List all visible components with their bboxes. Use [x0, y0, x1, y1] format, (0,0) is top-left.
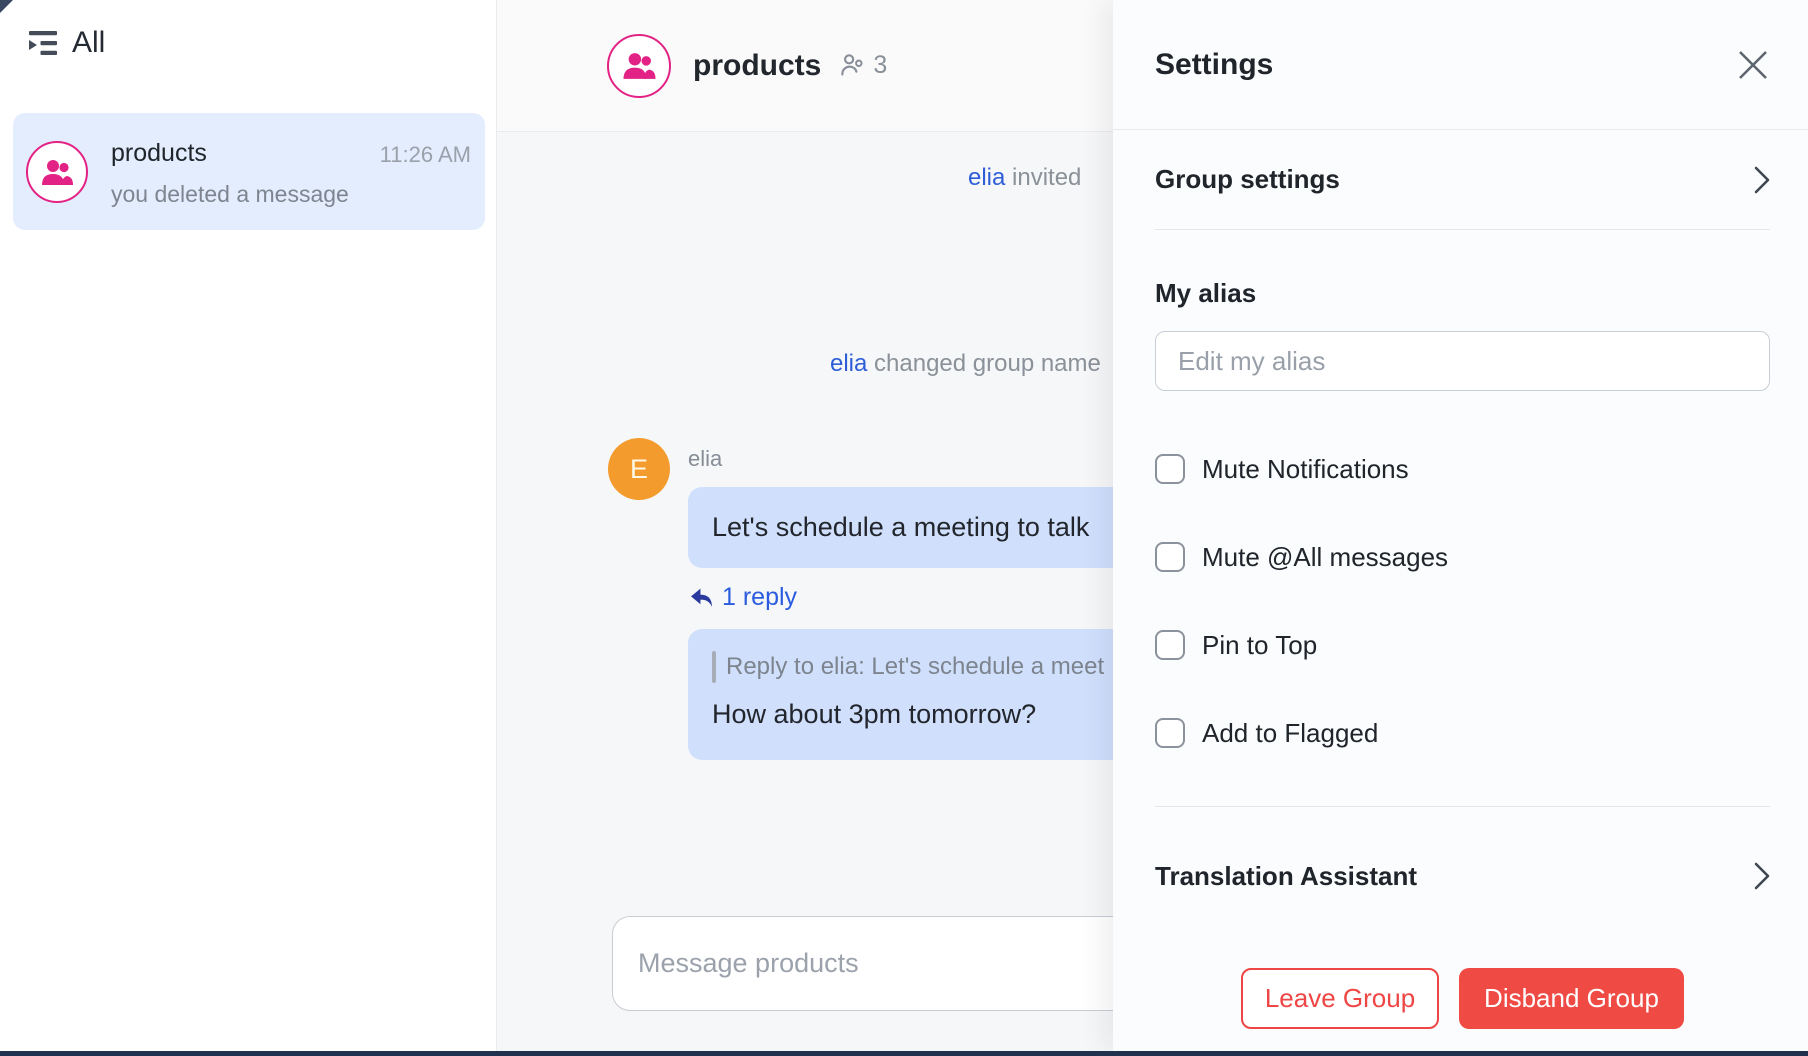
conversation-name: products: [111, 139, 207, 168]
conversation-timestamp: 11:26 AM: [380, 142, 471, 168]
panel-action-buttons: Leave Group Disband Group: [1155, 968, 1770, 1029]
settings-panel-header: Settings: [1113, 0, 1808, 130]
disband-group-button[interactable]: Disband Group: [1459, 968, 1684, 1029]
checkbox-label: Mute Notifications: [1202, 454, 1409, 485]
group-avatar: [26, 141, 88, 203]
sidebar-filter-label[interactable]: All: [72, 26, 105, 60]
checkbox-label: Add to Flagged: [1202, 718, 1378, 749]
member-count: 3: [873, 51, 887, 80]
checkbox-pin-to-top[interactable]: Pin to Top: [1155, 630, 1770, 660]
quote-text: Reply to elia: Let's schedule a meet: [726, 653, 1104, 681]
sidebar-header: All: [0, 0, 496, 60]
system-message-actor[interactable]: elia: [830, 350, 867, 377]
chat-title: products: [693, 49, 821, 83]
system-message-text: changed group name: [867, 350, 1101, 377]
checkbox-mute-notifications[interactable]: Mute Notifications: [1155, 454, 1770, 484]
close-button[interactable]: [1732, 44, 1774, 86]
alias-input[interactable]: [1155, 331, 1770, 391]
checkbox-add-to-flagged[interactable]: Add to Flagged: [1155, 718, 1770, 748]
settings-title: Settings: [1155, 48, 1273, 82]
checkbox[interactable]: [1155, 630, 1185, 660]
unfold-menu-icon[interactable]: [28, 29, 58, 57]
reply-thread-link[interactable]: 1 reply: [690, 583, 797, 612]
system-message-text: invited: [1005, 164, 1081, 191]
translation-assistant-label: Translation Assistant: [1155, 861, 1417, 892]
group-settings-row[interactable]: Group settings: [1155, 130, 1770, 230]
group-people-icon: [621, 50, 657, 81]
checkbox[interactable]: [1155, 718, 1185, 748]
window-bottom-edge: [0, 1051, 1808, 1056]
my-alias-label: My alias: [1155, 278, 1770, 309]
conversation-sidebar: All products 11:26 AM you deleted a mess…: [0, 0, 497, 1051]
member-count-badge[interactable]: 3: [839, 51, 887, 80]
chevron-right-icon: [1754, 165, 1770, 195]
settings-panel: Settings Group settings My alias Mute No…: [1113, 0, 1808, 1051]
group-settings-label: Group settings: [1155, 164, 1340, 195]
chat-group-avatar[interactable]: [607, 34, 671, 98]
conversation-item-products[interactable]: products 11:26 AM you deleted a message: [13, 113, 485, 230]
close-icon: [1735, 47, 1771, 83]
app-window: All products 11:26 AM you deleted a mess…: [0, 0, 1808, 1056]
reply-count-label: 1 reply: [722, 583, 797, 612]
checkbox-mute-at-all[interactable]: Mute @All messages: [1155, 542, 1770, 572]
system-message-invited: elia invited: [968, 164, 1081, 192]
system-message-rename: elia changed group name: [830, 350, 1101, 378]
quote-bar: [712, 651, 716, 683]
system-message-actor[interactable]: elia: [968, 164, 1005, 191]
leave-group-button[interactable]: Leave Group: [1241, 968, 1439, 1029]
checkbox-label: Pin to Top: [1202, 630, 1317, 661]
translation-assistant-row[interactable]: Translation Assistant: [1113, 846, 1808, 906]
sender-avatar[interactable]: E: [608, 438, 670, 500]
group-people-icon: [40, 157, 74, 187]
checkbox-label: Mute @All messages: [1202, 542, 1448, 573]
settings-checkbox-list: Mute Notifications Mute @All messages Pi…: [1113, 454, 1808, 748]
sender-name: elia: [688, 446, 722, 472]
reply-arrow-icon: [690, 587, 713, 609]
window-corner-notch: [0, 0, 13, 13]
divider: [1155, 806, 1770, 807]
members-icon: [839, 52, 866, 79]
checkbox[interactable]: [1155, 454, 1185, 484]
chevron-right-icon: [1754, 861, 1770, 891]
checkbox[interactable]: [1155, 542, 1185, 572]
conversation-preview: you deleted a message: [111, 181, 349, 208]
